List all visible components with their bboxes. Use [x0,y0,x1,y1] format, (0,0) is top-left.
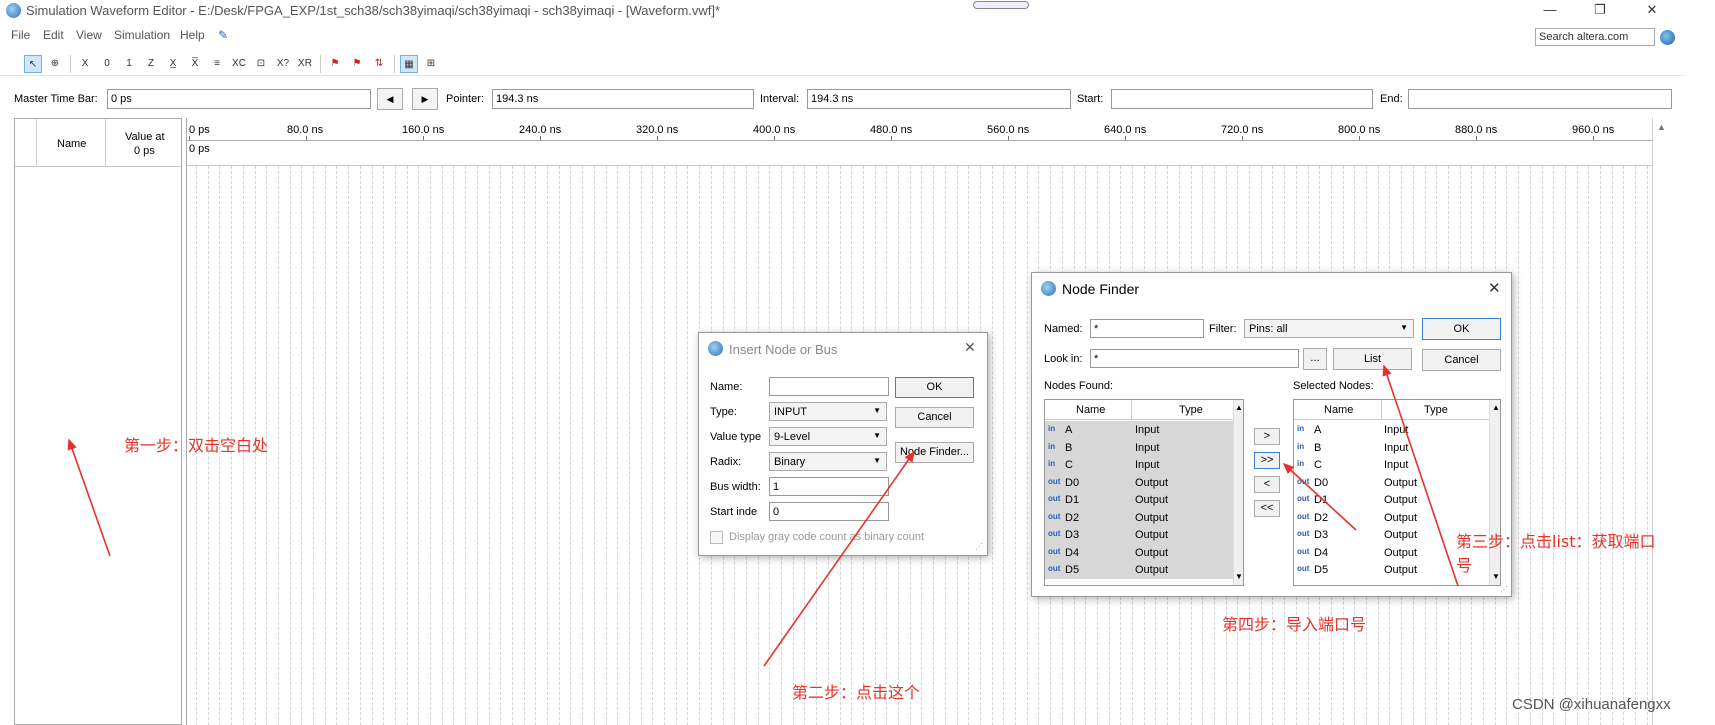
step4-arrow [1282,462,1357,531]
csdn-watermark: CSDN @xihuanafengxx [1512,696,1671,713]
step1-arrow [67,438,111,557]
annotation-arrows [67,364,1459,667]
step3-annotation: 第三步：点击list：获取端口 [1456,532,1656,551]
step3-annotation-cont: 号 [1456,556,1473,575]
step2-arrow [763,450,915,667]
step3-arrow [1382,364,1459,587]
step4-annotation: 第四步：导入端口号 [1222,615,1367,634]
step1-annotation: 第一步：双击空白处 [124,436,269,455]
step2-annotation: 第二步：点击这个 [792,683,921,702]
